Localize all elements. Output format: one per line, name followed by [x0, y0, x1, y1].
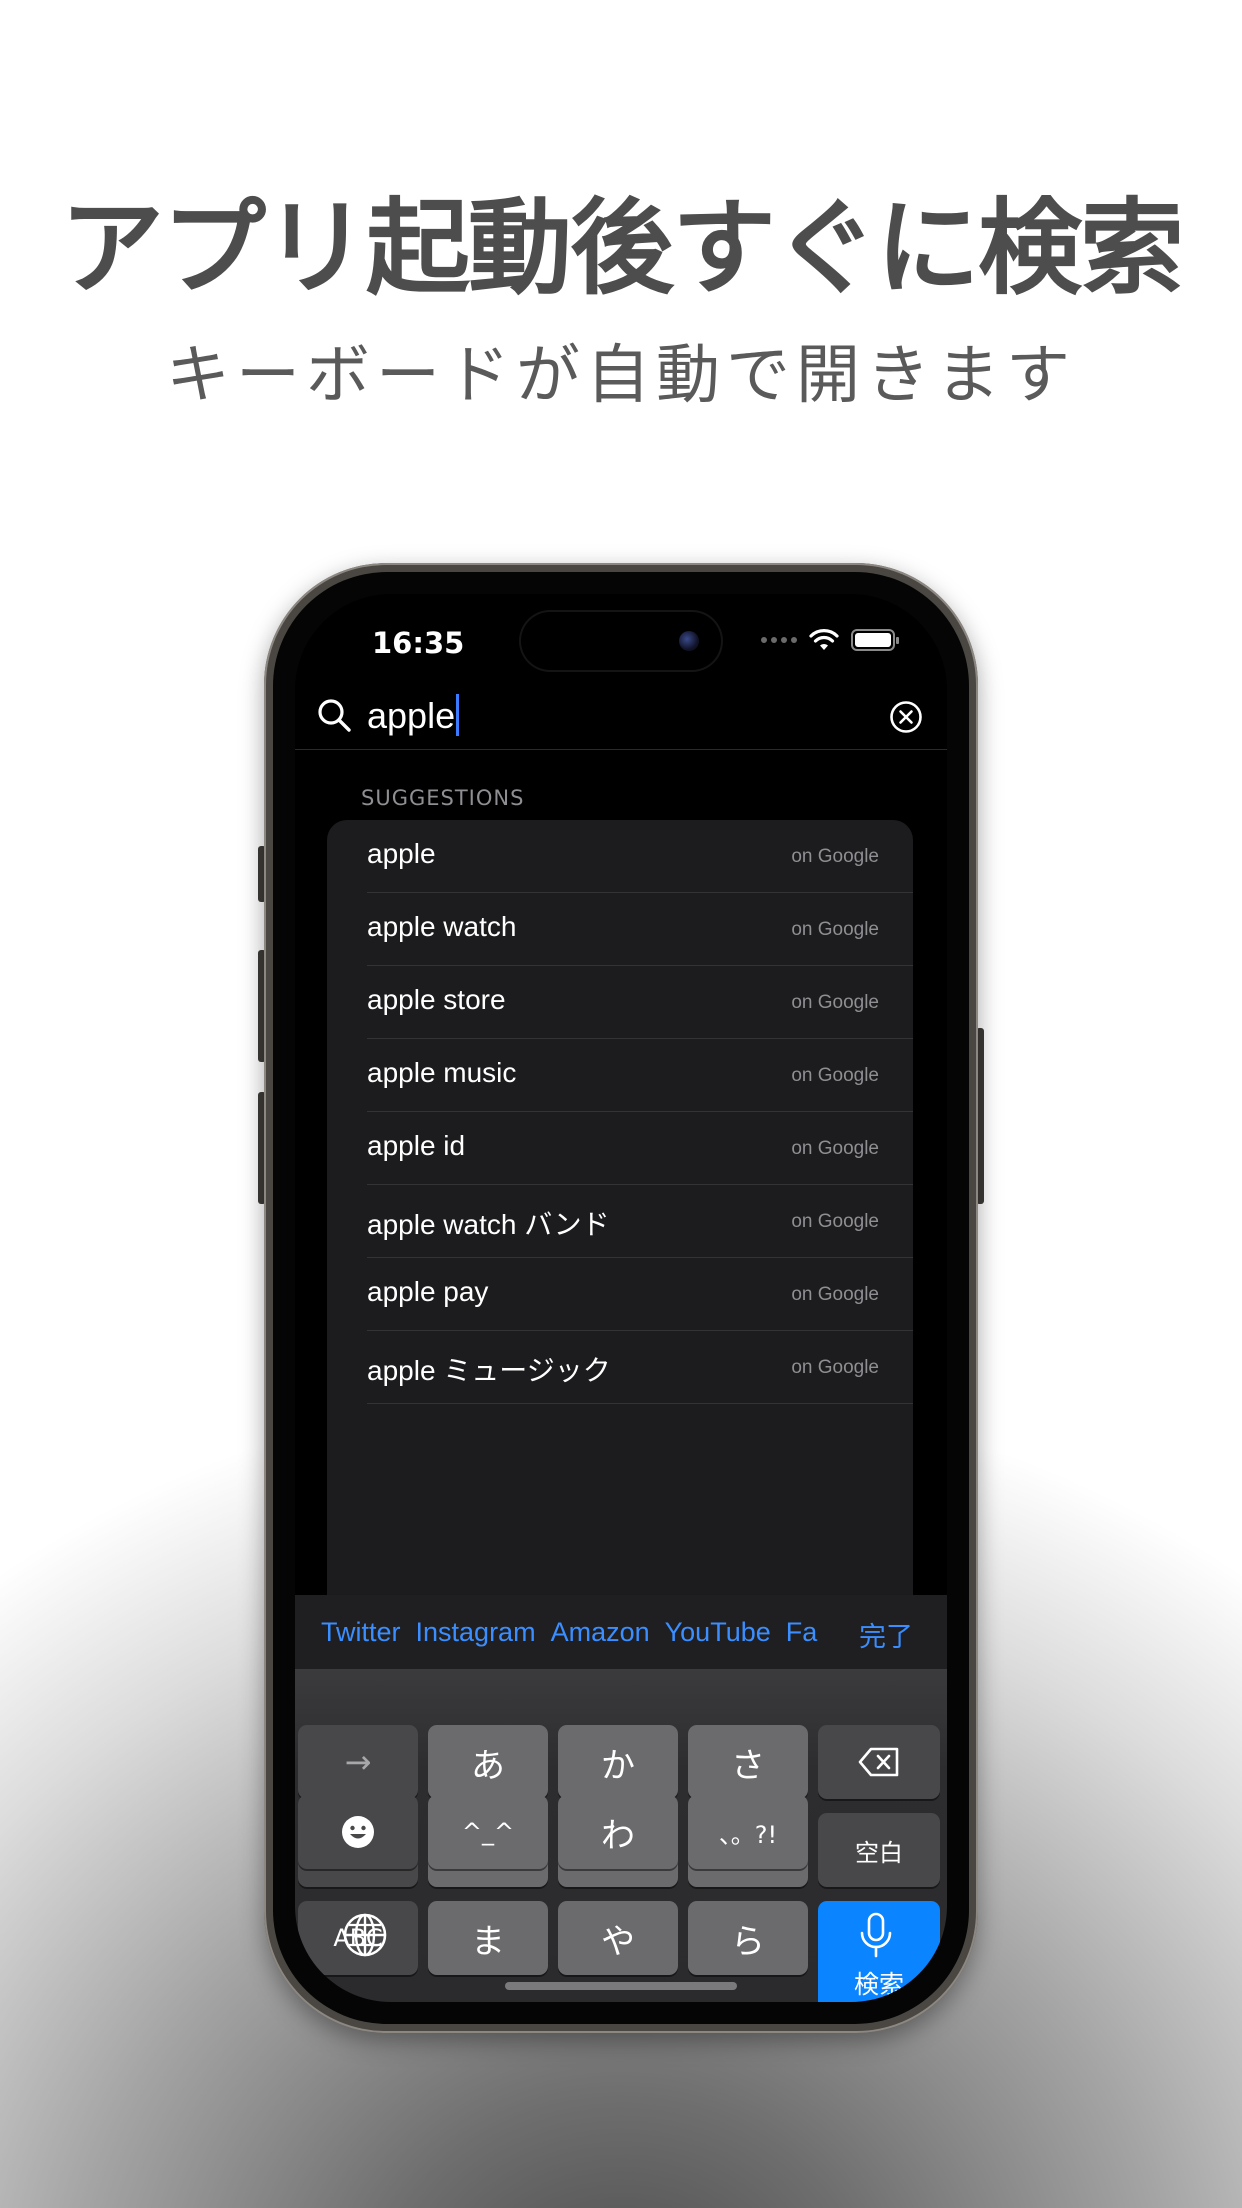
- suggestion-text: apple music: [367, 1057, 517, 1088]
- wifi-icon: [809, 629, 839, 650]
- suggestion-source: on Google: [791, 846, 879, 867]
- status-time: 16:35: [372, 626, 465, 660]
- key-ma[interactable]: ま: [428, 1901, 548, 1975]
- suggestion-row[interactable]: apple watch on Google: [367, 893, 913, 966]
- suggestions-list: apple on Google apple watch on Google appl…: [327, 820, 913, 1720]
- globe-icon[interactable]: [340, 1910, 390, 1960]
- key-ya[interactable]: や: [558, 1901, 678, 1975]
- keyboard-accessory-bar: Twitter Instagram Amazon YouTube Fa 完了: [295, 1595, 947, 1669]
- suggestion-text: apple id: [367, 1130, 466, 1161]
- key-backspace[interactable]: [818, 1725, 940, 1799]
- suggestion-source: on Google: [791, 1211, 879, 1232]
- suggestion-source: on Google: [791, 1065, 879, 1086]
- microphone-icon[interactable]: [851, 1910, 901, 1960]
- shortcut-twitter[interactable]: Twitter: [321, 1617, 401, 1648]
- suggestion-row[interactable]: apple watch バンド on Google: [367, 1185, 913, 1258]
- key-sa[interactable]: さ: [688, 1725, 808, 1799]
- suggestion-source: on Google: [791, 1138, 879, 1159]
- search-query: apple: [367, 695, 456, 736]
- phone-screen: 16:35 apple SUGGESTIONS apple on Google …: [295, 594, 947, 2002]
- suggestion-text: apple store: [367, 984, 506, 1015]
- suggestion-row[interactable]: apple music on Google: [367, 1039, 913, 1112]
- dynamic-island: [521, 612, 721, 670]
- key-emoji[interactable]: [298, 1795, 418, 1869]
- key-wa[interactable]: わ: [558, 1795, 678, 1869]
- shortcut-truncated[interactable]: Fa: [786, 1617, 818, 1648]
- clear-icon[interactable]: [889, 700, 923, 734]
- shortcut-amazon[interactable]: Amazon: [551, 1617, 650, 1648]
- search-icon: [318, 699, 351, 732]
- backspace-icon: [858, 1747, 899, 1777]
- suggestion-source: on Google: [791, 919, 879, 940]
- suggestion-text: apple watch バンド: [367, 1209, 610, 1240]
- status-icons: [761, 628, 899, 652]
- suggestions-header: SUGGESTIONS: [361, 786, 525, 810]
- suggestion-text: apple: [367, 838, 436, 869]
- suggestion-source: on Google: [791, 1357, 879, 1378]
- key-space[interactable]: 空白: [818, 1813, 940, 1887]
- suggestion-text: apple watch: [367, 911, 517, 942]
- emoji-icon: [342, 1816, 374, 1848]
- suggestion-text: apple pay: [367, 1276, 489, 1307]
- search-bar[interactable]: apple: [295, 684, 947, 750]
- key-ra[interactable]: ら: [688, 1901, 808, 1975]
- search-input[interactable]: apple: [367, 692, 460, 740]
- signal-icon: [761, 637, 797, 643]
- subheadline: キーボードが自動で開きます: [166, 339, 1076, 413]
- key-a[interactable]: あ: [428, 1725, 548, 1799]
- key-kaomoji[interactable]: ^_^: [428, 1795, 548, 1869]
- camera-icon: [679, 631, 699, 651]
- suggestion-row[interactable]: apple pay on Google: [367, 1258, 913, 1331]
- key-punctuation[interactable]: 、。?!: [688, 1795, 808, 1869]
- suggestion-row[interactable]: apple id on Google: [367, 1112, 913, 1185]
- suggestion-row[interactable]: apple store on Google: [367, 966, 913, 1039]
- suggestion-source: on Google: [791, 1284, 879, 1305]
- home-indicator: [505, 1982, 737, 1990]
- battery-icon: [851, 629, 899, 651]
- key-next-arrow[interactable]: →: [298, 1725, 418, 1799]
- shortcut-youtube[interactable]: YouTube: [665, 1617, 771, 1648]
- suggestion-text: apple ミュージック: [367, 1355, 611, 1386]
- done-button[interactable]: 完了: [859, 1615, 913, 1654]
- key-ka[interactable]: か: [558, 1725, 678, 1799]
- suggestion-source: on Google: [791, 992, 879, 1013]
- shortcut-instagram[interactable]: Instagram: [416, 1617, 536, 1648]
- suggestion-row[interactable]: apple ミュージック on Google: [367, 1331, 913, 1404]
- text-caret: [456, 694, 460, 736]
- headline: アプリ起動後すぐに検索: [59, 187, 1184, 309]
- suggestion-row[interactable]: apple on Google: [367, 820, 913, 893]
